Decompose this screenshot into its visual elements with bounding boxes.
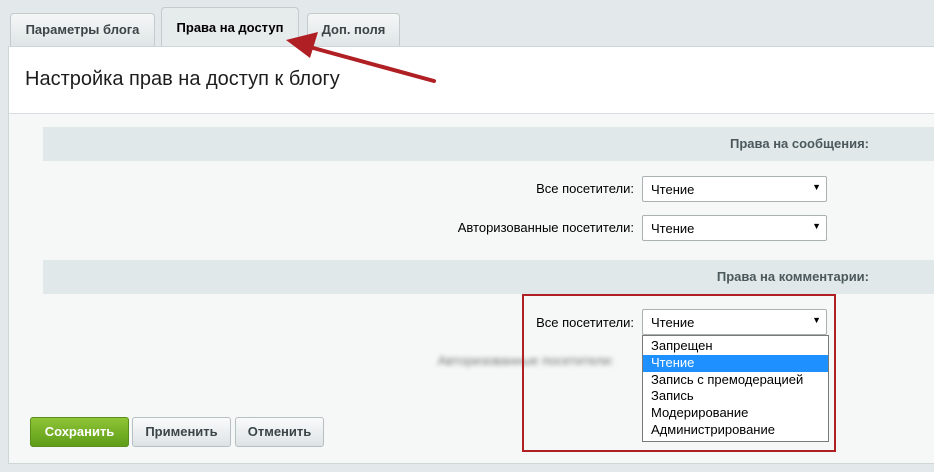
tab-access-rights[interactable]: Права на доступ — [161, 7, 299, 48]
all-visitors-label: Все посетители: — [536, 181, 634, 196]
save-button[interactable]: Сохранить — [30, 417, 129, 447]
authorized-visitors-label: Авторизованные посетители: — [457, 220, 634, 235]
page-title: Настройка прав на доступ к блогу — [25, 68, 340, 90]
tab-blog-params[interactable]: Параметры блога — [10, 13, 155, 46]
title-bar: Настройка прав на доступ к блогу — [9, 47, 934, 114]
posts-authorized-visitors-select[interactable]: Чтение ▼ — [642, 215, 827, 241]
chevron-down-icon: ▼ — [812, 221, 821, 231]
apply-button[interactable]: Применить — [132, 417, 231, 447]
annotation-highlight-box — [522, 294, 836, 452]
comments-rights-title: Права на комментарии: — [716, 269, 869, 284]
select-value: Чтение — [651, 221, 695, 236]
chevron-down-icon: ▼ — [812, 182, 821, 192]
select-value: Чтение — [651, 182, 695, 197]
settings-panel: Настройка прав на доступ к блогу Права н… — [8, 46, 934, 464]
posts-all-visitors-select[interactable]: Чтение ▼ — [642, 176, 827, 202]
posts-rights-title: Права на сообщения: — [730, 136, 869, 151]
tab-extra-fields[interactable]: Доп. поля — [307, 13, 400, 46]
comments-rights-header: Права на комментарии: — [43, 260, 934, 294]
posts-rights-header: Права на сообщения: — [43, 127, 934, 161]
tab-bar: Параметры блога Права на доступ Доп. пол… — [0, 0, 934, 48]
cancel-button[interactable]: Отменить — [235, 417, 324, 447]
